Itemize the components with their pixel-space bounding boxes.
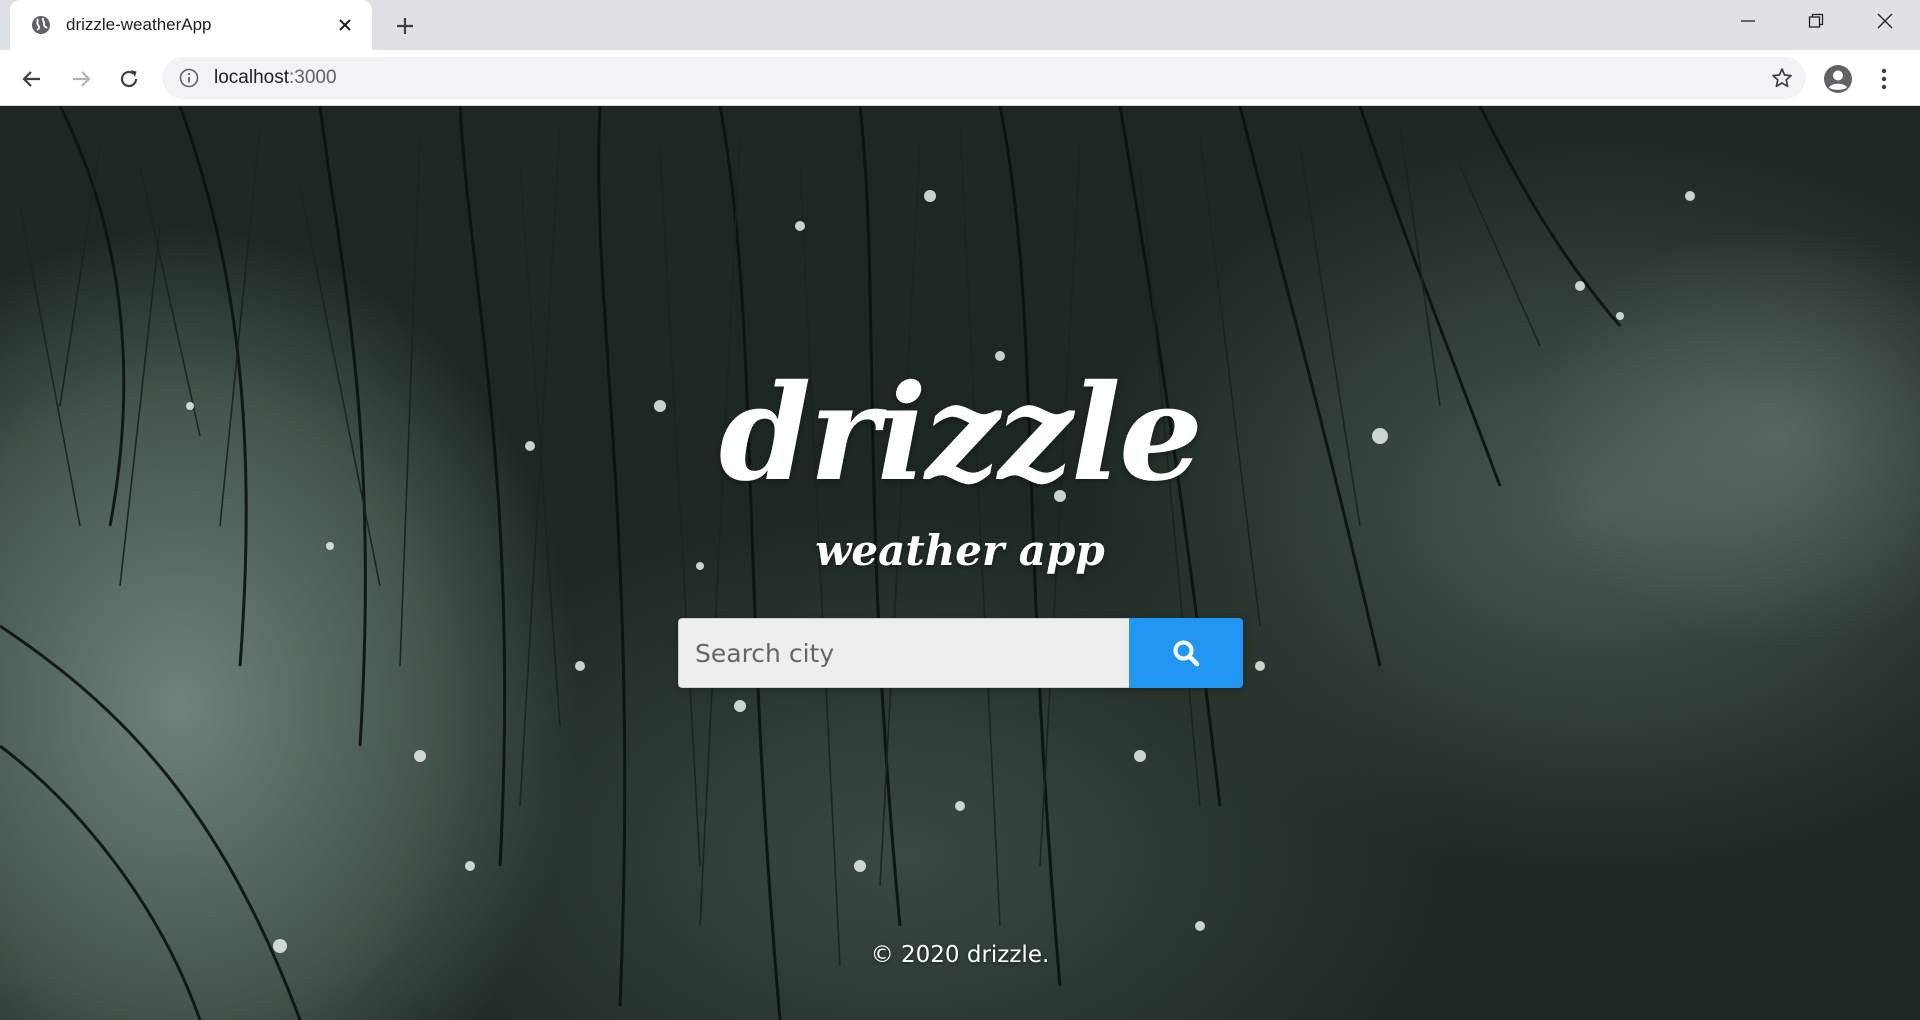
page-viewport: drizzle weather app © 2020 drizzle.	[0, 106, 1920, 1020]
search-button[interactable]	[1129, 618, 1243, 688]
forward-button[interactable]	[66, 64, 96, 94]
browser-tab[interactable]: drizzle-weatherApp	[10, 0, 372, 50]
close-icon[interactable]	[332, 12, 358, 38]
url-host: localhost	[214, 67, 289, 88]
account-circle-icon[interactable]	[1822, 63, 1854, 95]
close-icon	[1877, 13, 1893, 29]
arrow-left-icon	[22, 71, 40, 87]
tab-title: drizzle-weatherApp	[66, 15, 212, 34]
info-icon[interactable]	[178, 67, 200, 89]
close-window-button[interactable]	[1850, 0, 1920, 42]
plus-icon	[397, 18, 413, 34]
url-text: localhost:3000	[214, 67, 337, 89]
url-port: :3000	[289, 67, 337, 88]
globe-icon	[30, 14, 52, 36]
minimize-button[interactable]	[1713, 0, 1783, 42]
reload-icon	[120, 70, 138, 88]
hero-section: drizzle weather app © 2020 drizzle.	[0, 106, 1920, 1020]
search-input[interactable]	[678, 618, 1129, 688]
arrow-right-icon	[73, 71, 91, 87]
search-form	[678, 618, 1243, 688]
reload-button[interactable]	[114, 64, 144, 94]
restore-button[interactable]	[1781, 0, 1851, 42]
minimize-icon	[1741, 20, 1755, 22]
tab-strip: drizzle-weatherApp	[0, 0, 1920, 50]
address-bar[interactable]: localhost:3000	[162, 57, 1806, 99]
new-tab-button[interactable]	[390, 11, 420, 41]
app-tagline: weather app	[815, 526, 1105, 575]
app-logo: drizzle	[718, 356, 1203, 511]
star-icon[interactable]	[1770, 66, 1794, 90]
footer-copyright: © 2020 drizzle.	[870, 942, 1050, 968]
kebab-menu-icon[interactable]	[1872, 63, 1896, 95]
search-icon	[1173, 640, 1200, 667]
restore-icon	[1808, 13, 1824, 28]
browser-toolbar: localhost:3000	[0, 50, 1920, 106]
back-button[interactable]	[17, 64, 47, 94]
